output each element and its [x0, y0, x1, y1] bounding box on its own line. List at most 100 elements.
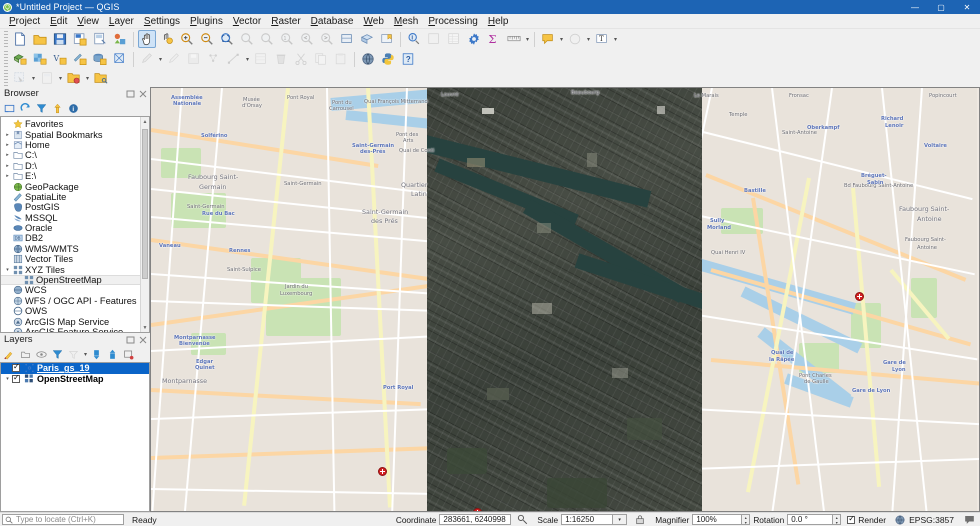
chevron-right-icon[interactable]: ▸ [3, 152, 12, 158]
chevron-right-icon[interactable]: ▸ [3, 132, 12, 138]
current-edits-button[interactable] [138, 50, 156, 68]
vertex-tool-caret-icon[interactable]: ▾ [244, 50, 251, 68]
filter-browser-icon[interactable] [2, 101, 17, 116]
filter-icon[interactable] [34, 101, 49, 116]
menu-layer[interactable]: Layer [104, 14, 139, 29]
add-vector-layer-button[interactable] [11, 50, 29, 68]
scroll-down-icon[interactable]: ▼ [141, 323, 149, 332]
map-themes-icon[interactable] [34, 347, 49, 362]
zoom-in-button[interactable] [178, 30, 196, 48]
identify-features-button[interactable]: i [405, 30, 423, 48]
chevron-down-icon[interactable]: ▾ [3, 376, 12, 382]
expand-all-icon[interactable] [89, 347, 104, 362]
menu-raster[interactable]: Raster [266, 14, 305, 29]
annotations-caret-icon[interactable]: ▾ [585, 30, 592, 48]
cut-features-button[interactable] [292, 50, 310, 68]
python-console-button[interactable] [379, 50, 397, 68]
layer-list[interactable]: Paris_gs_19▾OpenStreetMap [0, 362, 150, 512]
map-tips-caret-icon[interactable]: ▾ [558, 30, 565, 48]
menu-mesh[interactable]: Mesh [389, 14, 423, 29]
coordinate-field[interactable]: 283661, 6240998 [439, 514, 511, 525]
menu-plugins[interactable]: Plugins [185, 14, 228, 29]
browser-undock-icon[interactable] [126, 89, 136, 99]
add-group-icon[interactable] [18, 347, 33, 362]
browser-item-oracle[interactable]: Oracle [1, 223, 149, 233]
layer-item-openstreetmap[interactable]: ▾OpenStreetMap [1, 374, 149, 385]
zoom-last-button[interactable] [298, 30, 316, 48]
browser-tree[interactable]: Favorites▸Spatial Bookmarks▸Home▸C:\▸D:\… [0, 116, 150, 333]
browser-item-arcgis-feature-service[interactable]: ArcGIS Feature Service [1, 327, 149, 333]
browser-item-db2[interactable]: DBDB2 [1, 233, 149, 243]
measure-dropdown-caret-icon[interactable]: ▾ [524, 30, 531, 48]
zoom-to-selection-button[interactable] [238, 30, 256, 48]
new-map-view-button[interactable] [338, 30, 356, 48]
history-button[interactable] [425, 30, 443, 48]
paste-features-button[interactable] [332, 50, 350, 68]
rotation-spinner[interactable]: ▴▾ [833, 514, 841, 525]
rotation-field[interactable]: 0.0 ° [787, 514, 833, 525]
browser-item-spatialite[interactable]: SpatiaLite [1, 192, 149, 202]
add-group-caret-icon[interactable]: ▾ [84, 69, 91, 87]
save-project-as-button[interactable] [71, 30, 89, 48]
scroll-thumb[interactable] [142, 129, 148, 279]
browser-item-openstreetmap[interactable]: OpenStreetMap [1, 275, 149, 285]
magnifier-spinner[interactable]: ▴▾ [742, 514, 750, 525]
browser-item-xyz-tiles[interactable]: ▾XYZ Tiles [1, 264, 149, 274]
browser-item-spatial-bookmarks[interactable]: ▸Spatial Bookmarks [1, 129, 149, 139]
style-manager-button[interactable] [111, 30, 129, 48]
menu-database[interactable]: Database [306, 14, 359, 29]
toolbar-grip[interactable] [4, 70, 8, 86]
metasearch-button[interactable] [359, 50, 377, 68]
scale-dropdown-icon[interactable]: ▾ [613, 514, 627, 525]
toolbar-grip[interactable] [4, 31, 8, 47]
chevron-right-icon[interactable]: ▸ [3, 173, 12, 179]
vertex-tool-button[interactable] [225, 50, 243, 68]
properties-widget-icon[interactable]: i [66, 101, 81, 116]
collapse-all-icon[interactable] [105, 347, 120, 362]
collapse-all-icon[interactable] [50, 101, 65, 116]
layer-visibility-checkbox[interactable] [12, 364, 20, 372]
lock-scale-icon[interactable] [632, 512, 647, 526]
delete-selected-button[interactable] [272, 50, 290, 68]
modify-attributes-button[interactable] [252, 50, 270, 68]
menu-vector[interactable]: Vector [228, 14, 266, 29]
browser-item-d[interactable]: ▸D:\ [1, 161, 149, 171]
open-project-button[interactable] [31, 30, 49, 48]
coordinate-capture-icon[interactable] [515, 512, 530, 526]
select-by-location-button[interactable] [11, 69, 29, 87]
add-raster-layer-button[interactable] [31, 50, 49, 68]
browser-item-postgis[interactable]: PostGIS [1, 202, 149, 212]
add-feature-button[interactable] [205, 50, 223, 68]
manage-layers-button[interactable] [92, 69, 110, 87]
new-bookmark-button[interactable] [378, 30, 396, 48]
chevron-right-icon[interactable]: ▸ [3, 163, 12, 169]
chevron-right-icon[interactable]: ▸ [3, 142, 12, 148]
toolbar-grip[interactable] [4, 51, 8, 67]
browser-item-vector-tiles[interactable]: Vector Tiles [1, 254, 149, 264]
map-canvas-container[interactable]: AssembléeNationaleMuséed'OrsayPont Royal… [150, 87, 980, 512]
locate-input[interactable]: Type to locate (Ctrl+K) [2, 514, 124, 525]
layers-undock-icon[interactable] [126, 335, 136, 345]
filter-legend-icon[interactable] [50, 347, 65, 362]
current-edits-caret-icon[interactable]: ▾ [157, 50, 164, 68]
render-checkbox[interactable] [847, 516, 855, 524]
menu-project[interactable]: Project [4, 14, 45, 29]
toggle-editing-button[interactable] [165, 50, 183, 68]
chevron-down-icon[interactable]: ▾ [3, 267, 12, 273]
browser-close-icon[interactable] [138, 89, 148, 99]
layer-styling-panel-icon[interactable] [2, 347, 17, 362]
zoom-out-button[interactable] [198, 30, 216, 48]
new-print-layout-button[interactable] [91, 30, 109, 48]
remove-layer-icon[interactable] [121, 347, 136, 362]
browser-item-e[interactable]: ▸E:\ [1, 171, 149, 181]
scroll-up-icon[interactable]: ▲ [141, 117, 149, 126]
processing-toolbox-button[interactable] [465, 30, 483, 48]
browser-item-arcgis-map-service[interactable]: ArcGIS Map Service [1, 316, 149, 326]
new-3d-map-view-button[interactable] [358, 30, 376, 48]
open-field-calculator-button[interactable] [38, 69, 56, 87]
add-delimited-text-layer-button[interactable]: V [51, 50, 69, 68]
menu-help[interactable]: Help [483, 14, 514, 29]
map-canvas[interactable]: AssembléeNationaleMuséed'OrsayPont Royal… [151, 88, 979, 511]
browser-item-wcs[interactable]: WCS [1, 285, 149, 295]
save-layer-edits-button[interactable] [185, 50, 203, 68]
